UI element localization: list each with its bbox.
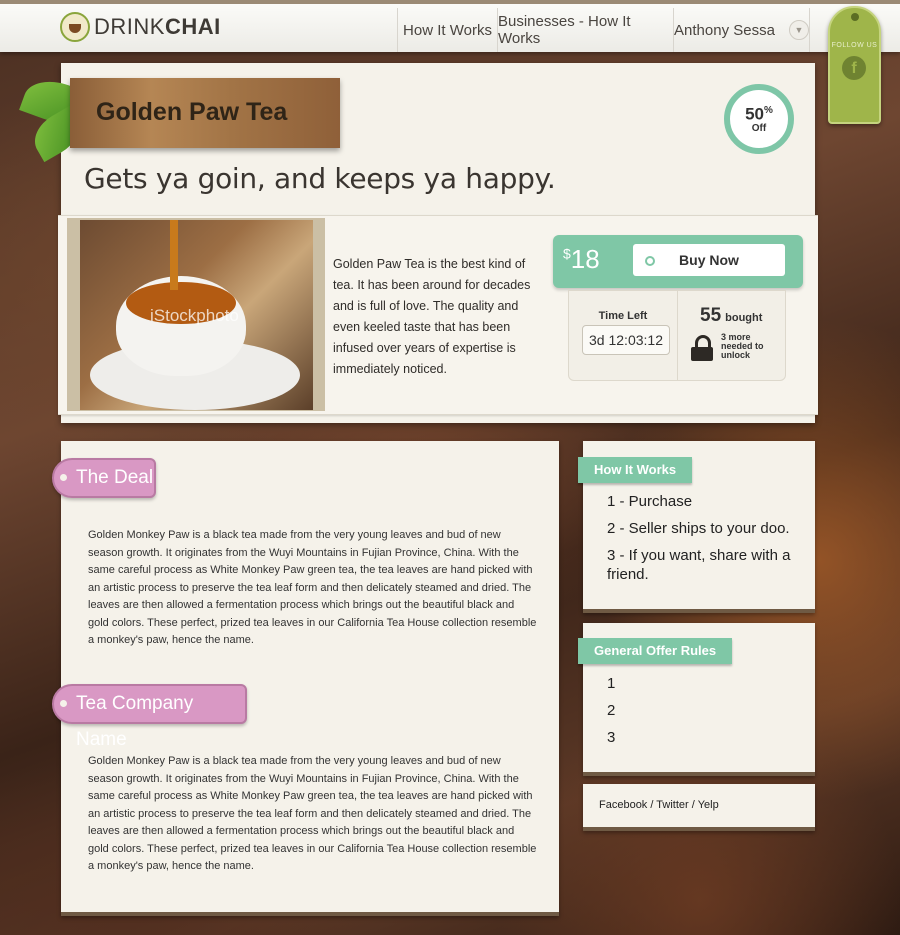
bought-label: bought [725, 312, 763, 324]
deal-title-plank: Golden Paw Tea [70, 78, 340, 148]
follow-us-tag[interactable]: FOLLOW US f [828, 6, 881, 124]
how-it-works-heading: How It Works [578, 457, 693, 483]
offer-rules-heading: General Offer Rules [578, 638, 733, 664]
nav-businesses-label: Businesses - How It Works [498, 13, 631, 47]
how-it-works-step: 2 - Seller ships to your doo. [607, 520, 790, 537]
facebook-icon[interactable]: f [842, 56, 866, 80]
logo[interactable]: DRINKCHAI [60, 11, 221, 43]
price-amount: 18 [570, 244, 600, 274]
the-deal-body: Golden Monkey Paw is a black tea made fr… [88, 529, 537, 646]
photo-watermark: iStockphoto [150, 306, 239, 325]
section-tag-company: Tea Company Name [52, 684, 247, 750]
discount-value: 50% [730, 102, 788, 123]
buy-bar: $18 Buy Now [553, 235, 803, 288]
deal-photo-frame: iStockphoto [67, 218, 325, 411]
deal-description: Golden Paw Tea is the best kind of tea. … [333, 257, 531, 376]
offer-rule-item: 1 [607, 675, 616, 692]
nav-user-name: Anthony Sessa [674, 21, 775, 39]
discount-label: Off [751, 122, 767, 134]
offer-rule-item: 2 [607, 702, 616, 719]
bought-number: 55 [700, 305, 722, 326]
deal-title: Golden Paw Tea [96, 98, 288, 126]
facebook-link[interactable]: Facebook [599, 799, 647, 811]
link-separator: / [650, 799, 654, 811]
deal-stats-box: Time Left 3d 12:03:12 55 bought 3 more ne… [568, 290, 786, 381]
tea-pour-shape [170, 220, 178, 290]
twitter-link[interactable]: Twitter [656, 799, 688, 811]
how-it-works-step: 3 - If you want, share with a friend. [607, 547, 791, 583]
discount-unit: % [764, 105, 773, 116]
buy-now-button[interactable]: Buy Now [633, 244, 785, 276]
section-title-the-deal: The Deal [76, 467, 154, 488]
social-links: Facebook / Twitter / Yelp [599, 799, 719, 811]
yelp-link[interactable]: Yelp [698, 799, 719, 811]
buy-now-label: Buy Now [679, 252, 739, 268]
countdown-timer: 3d 12:03:12 [582, 325, 670, 355]
logo-text-light: DRINK [94, 14, 165, 39]
follow-us-label: FOLLOW US [831, 42, 878, 49]
logo-text: DRINKCHAI [94, 14, 221, 40]
needed-to-unlock: 3 more needed to unlock [721, 332, 764, 360]
section-tag-the-deal: The Deal [52, 458, 156, 498]
time-left-label: Time Left [598, 310, 648, 322]
discount-badge: 50% Off [724, 84, 794, 154]
nav-how-it-works[interactable]: How It Works [397, 8, 497, 52]
button-dot-icon [645, 256, 655, 266]
tea-cup-icon [60, 12, 90, 42]
lock-icon [691, 335, 713, 361]
discount-number: 50 [745, 104, 764, 124]
nav-businesses-how-it-works[interactable]: Businesses - How It Works [497, 8, 673, 52]
nav-user-menu[interactable]: Anthony Sessa ▼ [673, 8, 810, 52]
deal-tagline: Gets ya goin, and keeps ya happy. [84, 162, 556, 195]
logo-text-bold: CHAI [164, 14, 221, 39]
stats-divider [677, 291, 678, 380]
top-navbar: DRINKCHAI How It Works Businesses - How … [0, 0, 900, 52]
deal-price: $18 [563, 244, 600, 275]
how-it-works-step: 1 - Purchase [607, 493, 693, 510]
chevron-down-icon[interactable]: ▼ [788, 20, 809, 40]
currency-symbol: $ [563, 245, 571, 262]
deal-photo: iStockphoto [80, 220, 313, 410]
offer-rule-item: 3 [607, 729, 616, 746]
company-body: Golden Monkey Paw is a black tea made fr… [88, 755, 537, 872]
nav-how-it-works-label: How It Works [403, 21, 492, 39]
bought-count: 55 bought [700, 305, 762, 327]
link-separator: / [691, 799, 695, 811]
